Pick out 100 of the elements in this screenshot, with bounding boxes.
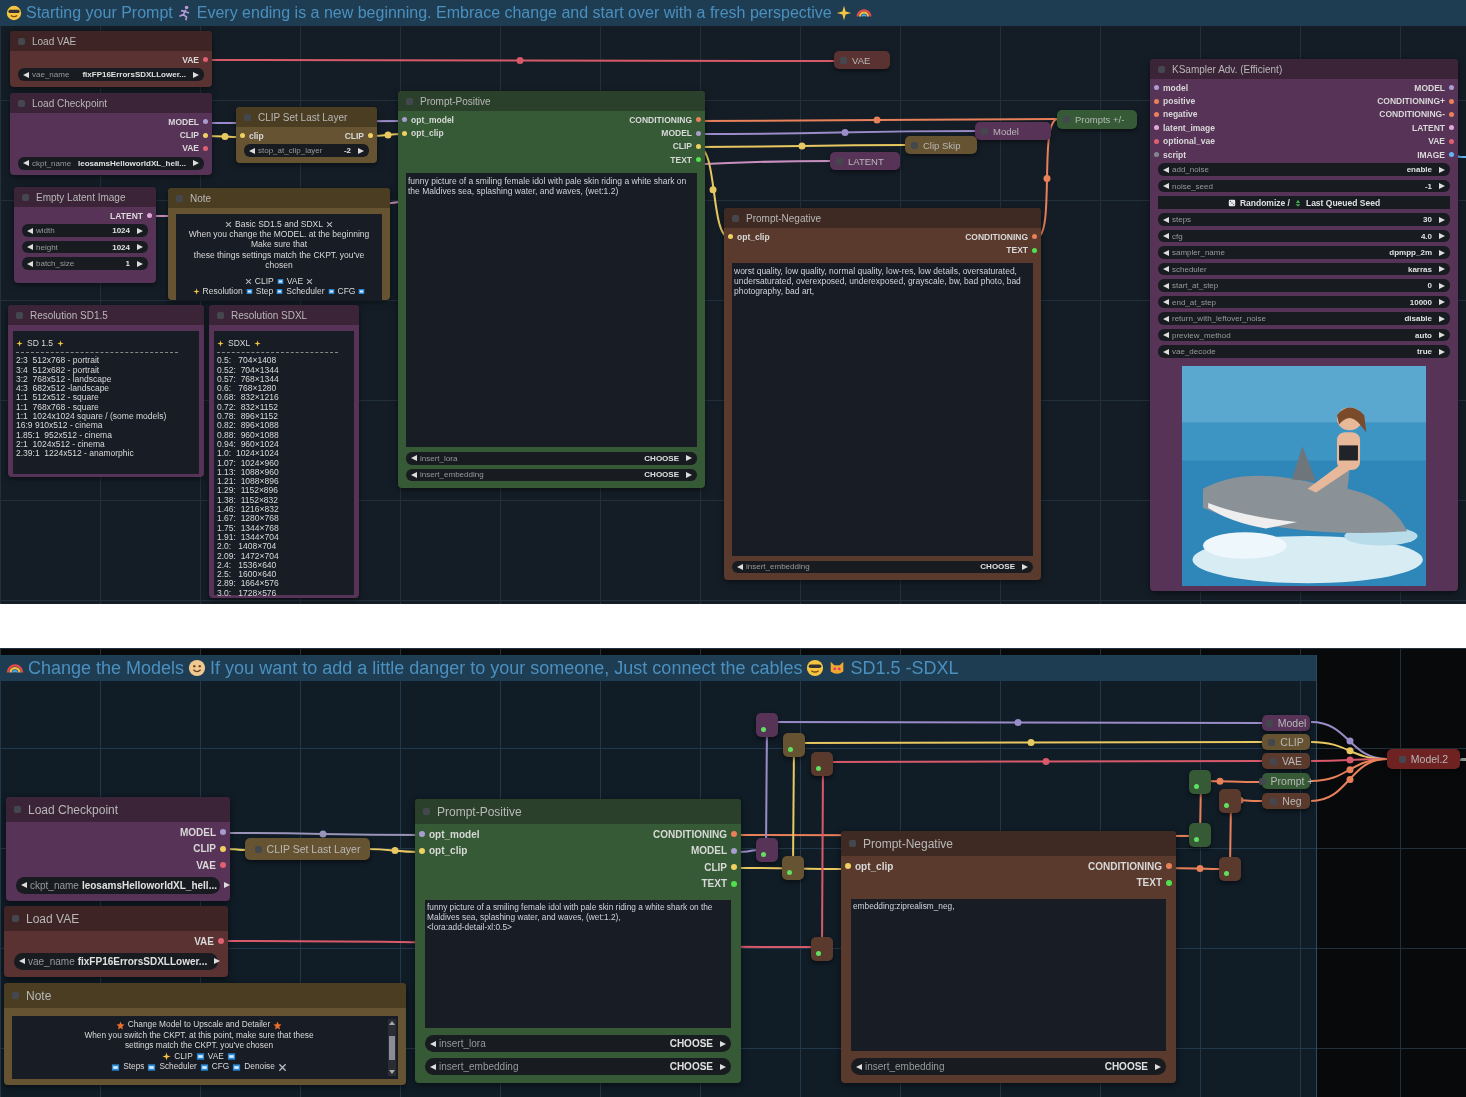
left-arrow-icon[interactable] bbox=[1163, 249, 1169, 256]
left-arrow-icon[interactable] bbox=[1163, 315, 1169, 322]
reroute-node[interactable] bbox=[1219, 789, 1241, 813]
right-arrow-icon[interactable] bbox=[1439, 249, 1445, 256]
socket-icon[interactable] bbox=[402, 117, 407, 123]
socket-icon[interactable] bbox=[1154, 98, 1159, 104]
dropdown-field[interactable]: noise_seed -1 bbox=[1158, 179, 1450, 193]
reroute-node[interactable] bbox=[783, 733, 805, 757]
left-arrow-icon[interactable] bbox=[430, 1040, 436, 1047]
right-arrow-icon[interactable] bbox=[720, 1063, 726, 1070]
left-arrow-icon[interactable] bbox=[19, 958, 25, 964]
right-arrow-icon[interactable] bbox=[137, 260, 143, 267]
socket-icon[interactable] bbox=[1449, 85, 1454, 91]
right-arrow-icon[interactable] bbox=[1439, 315, 1445, 322]
socket-icon[interactable] bbox=[203, 57, 208, 63]
dropdown-field[interactable]: width 1024 bbox=[22, 224, 148, 237]
left-arrow-icon[interactable] bbox=[411, 471, 417, 478]
socket-icon[interactable] bbox=[402, 130, 407, 136]
left-arrow-icon[interactable] bbox=[27, 244, 33, 251]
socket-icon[interactable] bbox=[203, 145, 208, 151]
socket-icon[interactable] bbox=[147, 213, 152, 219]
right-arrow-icon[interactable] bbox=[358, 147, 364, 154]
seed-button[interactable]: Randomize / Last Queued Seed bbox=[1158, 196, 1450, 210]
note-text-area[interactable]: Change Model to Upscale and Detailer When you switch the CKPT. at this point, make sure that these settings match the CKPT. you've chosen CLIP VAE Steps Scheduler CFG Denoise bbox=[12, 1016, 398, 1079]
right-arrow-icon[interactable] bbox=[1439, 348, 1445, 355]
socket-icon[interactable] bbox=[1032, 247, 1037, 253]
prompt-text-area[interactable]: funny picture of a smiling female idol with pale skin riding a white shark on the Maldives sea, splashing water, and waves, (wet:1.2), <lora:add-detail-xl:0.5> bbox=[425, 900, 731, 1028]
socket-icon[interactable] bbox=[1154, 111, 1159, 117]
reroute-node[interactable]: Model bbox=[1262, 715, 1310, 731]
left-arrow-icon[interactable] bbox=[1163, 332, 1169, 339]
socket-icon[interactable] bbox=[1032, 234, 1037, 240]
left-arrow-icon[interactable] bbox=[1163, 166, 1169, 173]
left-arrow-icon[interactable] bbox=[1163, 348, 1169, 355]
left-arrow-icon[interactable] bbox=[21, 882, 27, 888]
right-arrow-icon[interactable] bbox=[1439, 332, 1445, 339]
left-arrow-icon[interactable] bbox=[23, 160, 29, 167]
socket-icon[interactable] bbox=[1166, 879, 1172, 886]
dropdown-field[interactable]: insert_lora CHOOSE bbox=[425, 1035, 731, 1052]
left-arrow-icon[interactable] bbox=[23, 71, 29, 78]
socket-icon[interactable] bbox=[220, 829, 226, 836]
reroute-node[interactable]: VAE bbox=[834, 51, 890, 69]
reroute-node[interactable] bbox=[756, 713, 778, 737]
left-arrow-icon[interactable] bbox=[1163, 299, 1169, 306]
left-arrow-icon[interactable] bbox=[430, 1063, 436, 1070]
dropdown-field[interactable]: preview_method auto bbox=[1158, 328, 1450, 342]
socket-icon[interactable] bbox=[1449, 152, 1454, 158]
reroute-node[interactable] bbox=[1189, 823, 1211, 847]
scrollbar[interactable] bbox=[388, 1019, 396, 1076]
dropdown-field[interactable]: cfg 4.0 bbox=[1158, 229, 1450, 243]
socket-icon[interactable] bbox=[368, 133, 373, 139]
socket-icon[interactable] bbox=[1449, 111, 1454, 117]
reroute-node[interactable] bbox=[811, 937, 833, 961]
socket-icon[interactable] bbox=[1166, 863, 1172, 870]
socket-icon[interactable] bbox=[1154, 125, 1159, 131]
left-arrow-icon[interactable] bbox=[1163, 233, 1169, 240]
right-arrow-icon[interactable] bbox=[137, 227, 143, 234]
socket-icon[interactable] bbox=[218, 938, 224, 945]
left-arrow-icon[interactable] bbox=[249, 147, 255, 154]
right-arrow-icon[interactable] bbox=[193, 160, 199, 167]
socket-icon[interactable] bbox=[1154, 152, 1159, 158]
right-arrow-icon[interactable] bbox=[214, 958, 221, 964]
socket-icon[interactable] bbox=[240, 133, 245, 139]
reroute-node[interactable] bbox=[1219, 857, 1241, 881]
socket-icon[interactable] bbox=[731, 880, 737, 887]
prompt-text-area[interactable]: embedding:ziprealism_neg, bbox=[851, 899, 1166, 1051]
right-arrow-icon[interactable] bbox=[1439, 183, 1445, 190]
reroute-node[interactable] bbox=[756, 838, 778, 862]
left-arrow-icon[interactable] bbox=[27, 227, 33, 234]
dropdown-field[interactable]: vae_name fixFP16ErrorsSDXLLower... bbox=[18, 68, 204, 81]
dropdown-field[interactable]: insert_embedding CHOOSE bbox=[425, 1058, 731, 1075]
right-arrow-icon[interactable] bbox=[1439, 216, 1445, 223]
right-arrow-icon[interactable] bbox=[137, 244, 143, 251]
dropdown-field[interactable]: end_at_step 10000 bbox=[1158, 295, 1450, 309]
reroute-node[interactable]: Neg bbox=[1262, 793, 1310, 809]
right-arrow-icon[interactable] bbox=[686, 455, 692, 462]
socket-icon[interactable] bbox=[1449, 138, 1454, 144]
left-arrow-icon[interactable] bbox=[737, 563, 743, 570]
prompt-text-area[interactable]: worst quality, low quality, normal quality, low-res, low details, oversaturated, undersaturated, overexposed, underexposed, grayscale, bw, bad photo, bad photography, bad art, bbox=[732, 262, 1033, 556]
right-arrow-icon[interactable] bbox=[720, 1040, 726, 1047]
reroute-node[interactable]: CLIP Set Last Layer bbox=[245, 838, 370, 860]
note-text-area[interactable] bbox=[214, 331, 354, 595]
right-arrow-icon[interactable] bbox=[193, 71, 199, 78]
dropdown-field[interactable]: batch_size 1 bbox=[22, 257, 148, 270]
left-arrow-icon[interactable] bbox=[411, 455, 417, 462]
dropdown-field[interactable]: stop_at_clip_layer -2 bbox=[244, 144, 369, 157]
socket-icon[interactable] bbox=[845, 863, 851, 870]
left-arrow-icon[interactable] bbox=[1163, 266, 1169, 273]
dropdown-field[interactable]: insert_embedding CHOOSE bbox=[406, 468, 697, 481]
socket-icon[interactable] bbox=[696, 157, 701, 163]
socket-icon[interactable] bbox=[696, 130, 701, 136]
socket-icon[interactable] bbox=[419, 831, 425, 838]
left-arrow-icon[interactable] bbox=[27, 260, 33, 267]
dropdown-field[interactable]: vae_name fixFP16ErrorsSDXLLower... bbox=[14, 952, 218, 970]
dropdown-field[interactable]: scheduler karras bbox=[1158, 262, 1450, 276]
dropdown-field[interactable]: insert_lora CHOOSE bbox=[406, 452, 697, 465]
socket-icon[interactable] bbox=[220, 845, 226, 852]
reroute-node[interactable]: Model.2 bbox=[1387, 749, 1460, 769]
socket-icon[interactable] bbox=[731, 864, 737, 871]
dropdown-field[interactable]: vae_decode true bbox=[1158, 345, 1450, 358]
right-arrow-icon[interactable] bbox=[1439, 233, 1445, 240]
